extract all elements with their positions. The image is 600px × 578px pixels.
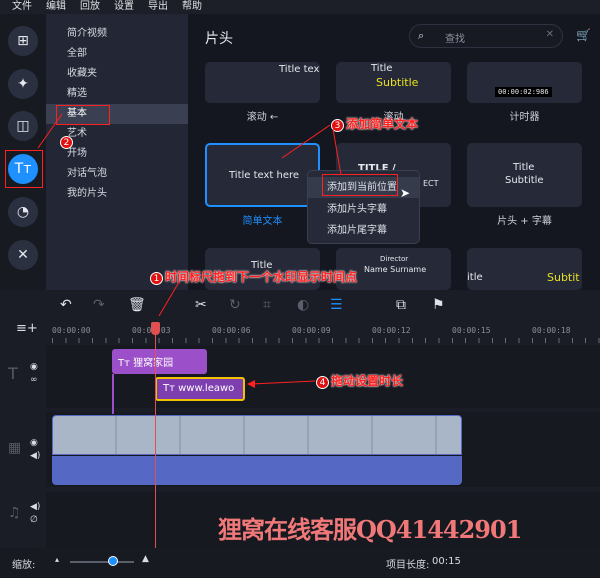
category-item[interactable]: 精选 — [46, 84, 188, 104]
watermark: 狸窝在线客服QQ41442901 — [218, 515, 522, 544]
annotation-arrow — [247, 380, 316, 388]
tools-icon: ✕ — [17, 247, 29, 263]
color-icon[interactable]: ◐ — [297, 297, 309, 313]
transitions-icon: ◫ — [16, 118, 30, 134]
annotation-arrows — [281, 124, 342, 176]
category-item[interactable]: 对话气泡 — [46, 164, 188, 184]
video-track-icon: ▦ — [8, 440, 22, 456]
titles-icon: Tт — [118, 358, 134, 369]
tool-rail: ⊞ ✦ ◫ Tт ◔ ✕ — [0, 14, 46, 290]
ruler-tick: 00:00:15 — [452, 326, 491, 335]
music-track-icon: ♫ — [8, 505, 21, 521]
transitions-button[interactable]: ◫ — [8, 111, 38, 141]
menu-playback[interactable]: 回放 — [80, 0, 100, 14]
card-label: 简单文本 — [242, 216, 283, 227]
status-bar: 缩放: ▴ ▲ 项目长度: 00:15 — [0, 548, 600, 578]
title-card[interactable]: 00:00:02:986 — [467, 62, 582, 103]
cut-icon[interactable]: ✂ — [195, 297, 207, 313]
ruler-ticks — [52, 338, 600, 343]
eye-icon[interactable]: ◉ — [30, 362, 38, 372]
stickers-button[interactable]: ◔ — [8, 197, 38, 227]
text-clip[interactable]: Tт 狸窝家园 — [112, 349, 207, 374]
rotate-icon[interactable]: ↻ — [229, 297, 241, 313]
menu-help[interactable]: 帮助 — [182, 0, 202, 14]
import-button[interactable]: ⊞ — [8, 26, 38, 56]
menu-file[interactable]: 文件 — [12, 0, 32, 14]
category-item[interactable]: 我的片头 — [46, 184, 188, 204]
marker-icon[interactable]: ⚑ — [432, 297, 445, 313]
add-track-icon[interactable]: ≡+ — [16, 321, 38, 336]
annotation-arrow — [158, 281, 180, 317]
clip-link-line — [112, 374, 114, 414]
tools-button[interactable]: ✕ — [8, 240, 38, 270]
adjust-icon[interactable]: ☰ — [330, 297, 343, 313]
import-icon: ⊞ — [17, 33, 29, 49]
category-item[interactable]: 全部 — [46, 44, 188, 64]
cursor-icon: ➤ — [400, 186, 411, 200]
panel-title: 片头 — [205, 31, 233, 47]
duration-label: 项目长度: — [386, 560, 430, 571]
search-icon: ⌕ — [418, 29, 425, 42]
card-label: 片头 + 字幕 — [497, 216, 552, 227]
delete-icon[interactable]: 🗑 — [128, 297, 146, 313]
zoom-in-icon[interactable]: ▲ — [142, 554, 149, 564]
redo-icon[interactable]: ↷ — [93, 297, 105, 313]
cart-icon[interactable]: 🛒 — [576, 28, 591, 42]
zoom-out-icon[interactable]: ▴ — [55, 555, 59, 564]
search-placeholder: 查找 — [445, 34, 465, 45]
title-card[interactable]: Title tex — [205, 62, 320, 103]
text-track-icon: T — [8, 364, 18, 383]
titles-icon: Tт — [163, 383, 179, 394]
ruler-tick: 00:00:09 — [292, 326, 331, 335]
filters-button[interactable]: ✦ — [8, 69, 38, 99]
clear-icon[interactable]: ✕ — [546, 29, 554, 40]
title-card[interactable]: Title Subtitle — [467, 143, 582, 207]
playhead-handle[interactable] — [151, 322, 160, 335]
annotation-arrow — [37, 113, 63, 149]
undo-icon[interactable]: ↶ — [60, 297, 72, 313]
menu-settings[interactable]: 设置 — [114, 0, 134, 14]
unlink-icon[interactable]: ∅ — [30, 515, 38, 525]
zoom-label: 缩放: — [12, 560, 36, 571]
category-item[interactable]: 收藏夹 — [46, 64, 188, 84]
ruler-tick: 00:00:00 — [52, 326, 91, 335]
magic-wand-icon: ✦ — [17, 76, 29, 92]
zoom-slider-handle[interactable] — [108, 556, 118, 566]
duration-value: 00:15 — [432, 556, 461, 567]
ruler-tick: 00:00:18 — [532, 326, 571, 335]
title-card[interactable]: itle Subtit — [467, 248, 582, 290]
export-clip-icon[interactable]: ⧉ — [396, 297, 406, 313]
ruler-tick: 00:00:12 — [372, 326, 411, 335]
video-clip-thumbnails[interactable] — [52, 415, 462, 455]
eye-icon[interactable]: ◉ — [30, 438, 38, 448]
annotation-4: 4 拖动设置时长 — [316, 372, 403, 389]
menu-edit[interactable]: 编辑 — [46, 0, 66, 14]
title-card[interactable]: Title Subtitle — [336, 62, 451, 103]
sticker-icon: ◔ — [16, 204, 30, 220]
category-list: 简介视频 全部 收藏夹 精选 基本 艺术 开场 对话气泡 我的片头 — [46, 14, 188, 290]
category-item[interactable]: 简介视频 — [46, 24, 188, 44]
menu-add-closing[interactable]: 添加片尾字幕 — [308, 220, 419, 241]
menu-bar: 文件 编辑 回放 设置 导出 帮助 — [0, 0, 600, 14]
search-input[interactable]: ⌕ 查找 ✕ — [409, 24, 563, 48]
card-label: 计时器 — [509, 112, 540, 123]
ruler-tick: 00:00:06 — [212, 326, 251, 335]
menu-add-opening[interactable]: 添加片头字幕 — [308, 199, 419, 220]
text-clip-selected[interactable]: Tт www.leawo — [155, 377, 245, 401]
volume-icon[interactable]: ◀) — [30, 451, 40, 461]
menu-export[interactable]: 导出 — [148, 0, 168, 14]
volume-icon[interactable]: ◀) — [30, 502, 40, 512]
playhead-line — [155, 326, 156, 548]
zoom-slider[interactable] — [70, 561, 134, 563]
video-clip-audio[interactable] — [52, 456, 462, 485]
crop-icon[interactable]: ⌗ — [263, 297, 271, 313]
highlight-box — [5, 150, 43, 188]
link-icon[interactable]: ∞ — [30, 375, 38, 385]
